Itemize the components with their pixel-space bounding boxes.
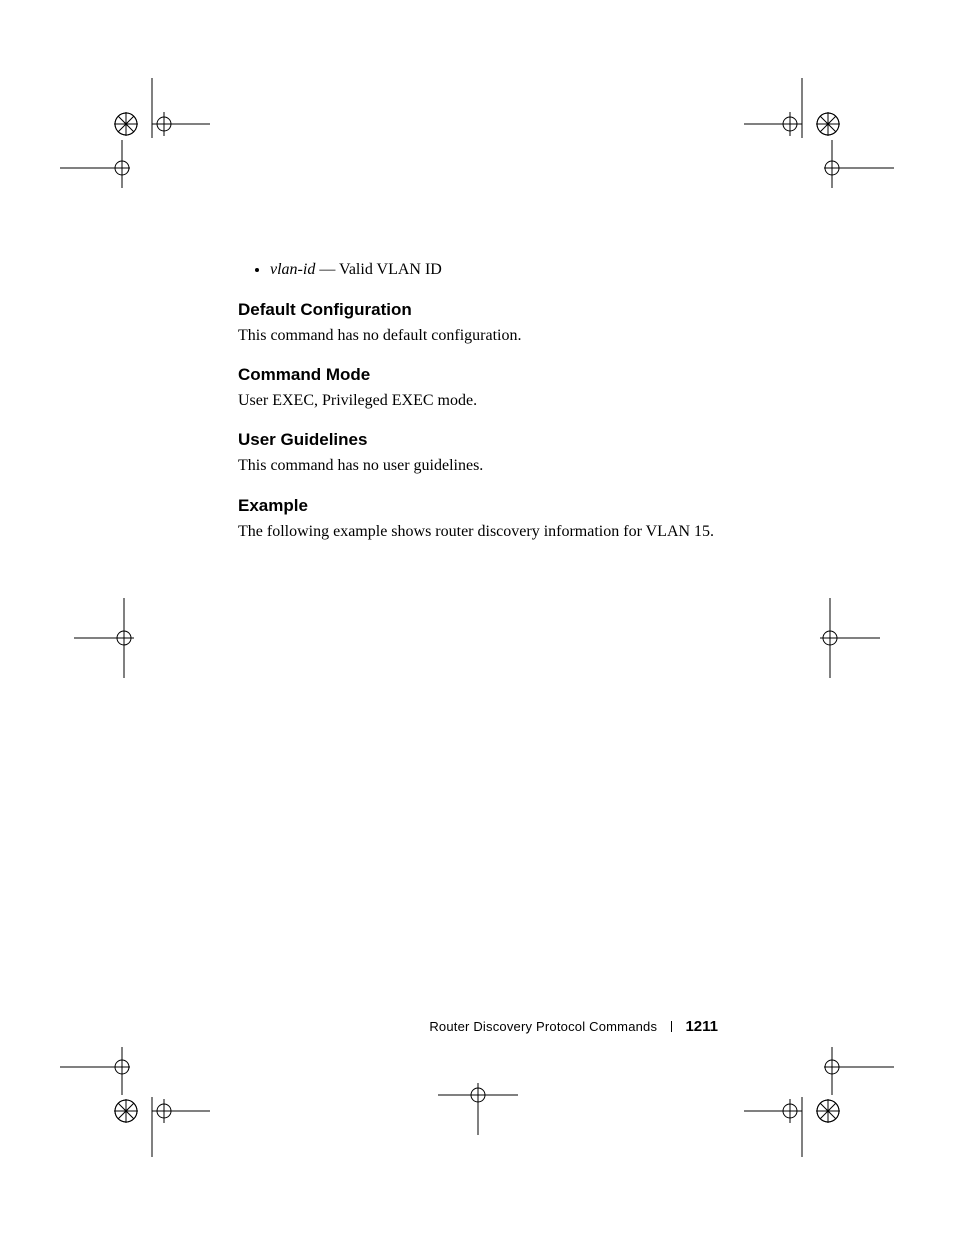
body-user-guidelines: This command has no user guidelines. [238,454,718,477]
heading-user-guidelines: User Guidelines [238,430,718,450]
heading-example: Example [238,496,718,516]
bullet-list: vlan-id — Valid VLAN ID [238,258,718,282]
regmark-bottom-center-icon [438,1075,518,1135]
page-number: 1211 [685,1018,718,1035]
body-command-mode: User EXEC, Privileged EXEC mode. [238,389,718,412]
heading-command-mode: Command Mode [238,365,718,385]
regmark-bottom-right-icon [744,1047,894,1157]
regmark-mid-left-icon [74,598,154,678]
heading-default-config: Default Configuration [238,300,718,320]
regmark-top-right-icon [744,78,894,188]
bullet-sep: — [315,261,339,278]
body-example: The following example shows router disco… [238,520,718,543]
regmark-bottom-left-icon [60,1047,210,1157]
regmark-top-left-icon [60,78,210,188]
regmark-mid-right-icon [800,598,880,678]
bullet-term: vlan-id [270,261,315,278]
page-content: vlan-id — Valid VLAN ID Default Configur… [238,258,718,553]
footer-separator [671,1021,672,1032]
footer-title: Router Discovery Protocol Commands [429,1019,657,1034]
bullet-item: vlan-id — Valid VLAN ID [270,258,718,282]
body-default-config: This command has no default configuratio… [238,324,718,347]
page-footer: Router Discovery Protocol Commands 1211 [238,1018,718,1035]
bullet-desc: Valid VLAN ID [339,261,442,278]
